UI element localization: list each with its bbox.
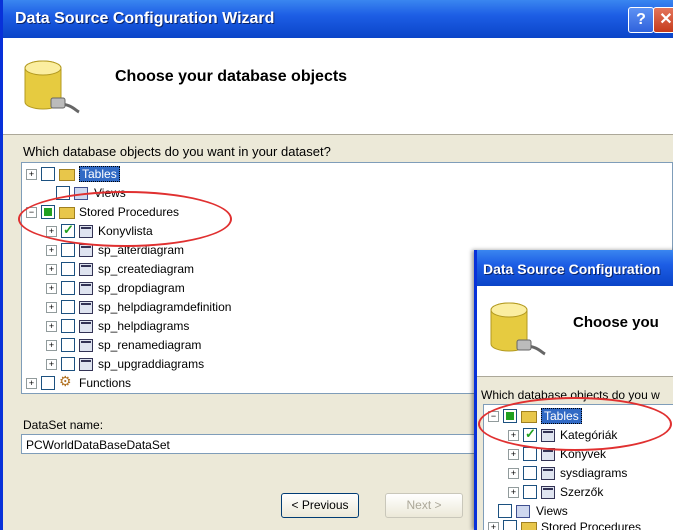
expand-icon[interactable]: + [26,377,37,389]
expand-icon[interactable]: + [46,301,57,313]
table-checkbox[interactable] [523,447,537,461]
tables-folder-icon [59,167,75,181]
procedures-folder-icon [521,520,537,530]
tree-label: Tables [79,166,120,182]
procedure-checkbox[interactable] [61,357,75,371]
views-icon [516,504,532,518]
tree-node-procedure[interactable]: + sp_helpdiagrams [46,317,189,335]
dataset-name-label: DataSet name: [23,418,104,432]
previous-button[interactable]: < Previous [281,493,359,518]
second-title-bar[interactable]: Data Source Configuration [477,250,673,286]
procedure-icon [79,319,93,333]
tree-node-procedure[interactable]: + sp_creatediagram [46,260,194,278]
procedure-icon [79,281,93,295]
title-bar[interactable]: Data Source Configuration Wizard ? ✕ [3,0,673,38]
highlight-oval [18,191,232,247]
tree-label: sp_upgraddiagrams [98,357,205,371]
procedure-icon [79,300,93,314]
window-title: Data Source Configuration Wizard [15,10,275,27]
functions-icon [59,373,75,390]
procedure-checkbox[interactable] [61,338,75,352]
expand-icon[interactable]: + [46,282,57,294]
procedure-icon [79,338,93,352]
expand-icon[interactable]: + [46,244,57,256]
tree-node-procedure[interactable]: + sp_helpdiagramdefinition [46,298,231,316]
objects-prompt: Which database objects do you want in yo… [23,144,331,159]
second-window-title: Data Source Configuration [483,261,661,277]
expand-icon[interactable]: + [508,467,519,479]
expand-icon[interactable]: + [46,263,57,275]
tree-node-table[interactable]: + Szerzők [508,483,603,501]
table-icon [541,485,555,499]
procedure-checkbox[interactable] [61,300,75,314]
views-checkbox[interactable] [498,504,512,518]
tree-label: sp_renamediagram [98,338,202,352]
database-icon [490,302,546,356]
procedure-checkbox[interactable] [61,281,75,295]
expand-icon[interactable]: + [46,358,57,370]
tree-label: Functions [79,376,132,390]
functions-checkbox[interactable] [41,376,55,390]
expand-icon[interactable]: + [46,320,57,332]
dataset-name-input[interactable]: PCWorldDataBaseDataSet [21,434,481,454]
procedure-checkbox[interactable] [61,319,75,333]
second-wizard-window: Data Source Configuration Choose you Whi… [474,250,673,530]
procedure-icon [79,357,93,371]
help-button[interactable]: ? [628,7,654,33]
tree-label: sp_creatediagram [98,262,195,276]
second-header-title: Choose you [573,314,659,331]
next-button[interactable]: Next > [385,493,463,518]
database-icon [24,60,80,114]
tree-label: sp_helpdiagramdefinition [98,300,232,314]
table-icon [541,466,555,480]
expand-icon[interactable]: + [26,168,37,180]
procedure-checkbox[interactable] [61,262,75,276]
table-checkbox[interactable] [523,485,537,499]
expand-icon[interactable]: + [46,339,57,351]
tree-label: sp_helpdiagrams [98,319,190,333]
tables-checkbox[interactable] [41,167,55,181]
tree-label: Szerzők [560,485,604,499]
tree-label: Views [536,504,568,518]
close-button[interactable]: ✕ [653,7,673,33]
tree-node-table[interactable]: + sysdiagrams [508,464,627,482]
tree-label: Stored Procedures [541,520,642,530]
second-wizard-header: Choose you [477,286,673,377]
expand-icon[interactable]: + [488,521,499,530]
procedure-icon [79,262,93,276]
second-objects-tree[interactable]: − Tables + Kategóriák + Konyvek + sysdia… [478,397,673,530]
expand-icon[interactable]: + [508,448,519,460]
expand-icon[interactable]: + [508,486,519,498]
tree-node-procedure[interactable]: + sp_renamediagram [46,336,201,354]
table-checkbox[interactable] [523,466,537,480]
wizard-header: Choose your database objects [3,38,673,135]
header-title: Choose your database objects [115,68,348,85]
tree-node-tables[interactable]: + Tables [26,165,120,183]
procedure-checkbox[interactable] [61,243,75,257]
tree-node-procedure[interactable]: + sp_upgraddiagrams [46,355,204,373]
tree-node-functions[interactable]: + Functions [26,373,132,392]
stored-procedures-checkbox[interactable] [503,520,517,530]
tree-label: sp_dropdiagram [98,281,185,295]
tree-node-procedure[interactable]: + sp_dropdiagram [46,279,185,297]
tree-node-stored-procedures[interactable]: + Stored Procedures [488,518,641,530]
tree-label: sysdiagrams [560,466,628,480]
highlight-oval [478,397,672,451]
